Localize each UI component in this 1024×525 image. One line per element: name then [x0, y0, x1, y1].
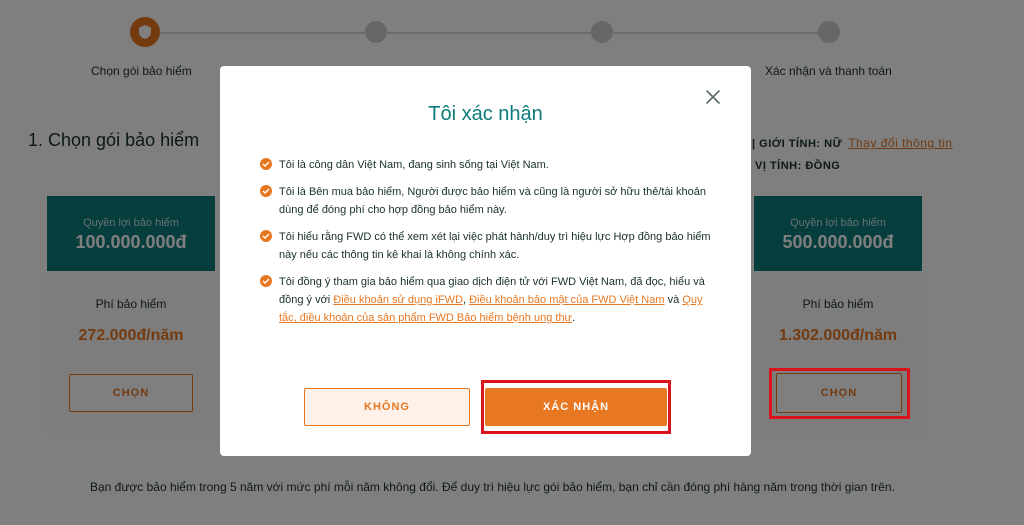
modal-title: Tôi xác nhận	[428, 103, 543, 125]
check-icon	[260, 158, 272, 170]
statement-text: Tôi hiểu rằng FWD có thể xem xét lại việ…	[279, 231, 711, 261]
statement-text: Tôi là Bên mua bảo hiểm, Người được bảo …	[279, 186, 707, 216]
confirmation-statements: Tôi là công dân Việt Nam, đang sinh sống…	[260, 156, 720, 336]
check-icon	[260, 185, 272, 197]
statement-citizenship: Tôi là công dân Việt Nam, đang sinh sống…	[260, 156, 720, 174]
confirm-button[interactable]: XÁC NHẬN	[485, 388, 667, 426]
statement-ownership: Tôi là Bên mua bảo hiểm, Người được bảo …	[260, 183, 720, 219]
statement-end: .	[571, 312, 575, 324]
statement-text: Tôi là công dân Việt Nam, đang sinh sống…	[279, 159, 549, 171]
close-icon[interactable]	[704, 88, 722, 106]
confirmation-modal: Tôi xác nhận Tôi là công dân Việt Nam, đ…	[220, 66, 751, 456]
separator-text: và	[664, 294, 683, 306]
no-button[interactable]: KHÔNG	[304, 388, 470, 426]
highlight-box-choose-button	[769, 368, 910, 419]
terms-of-use-link[interactable]: Điều khoản sử dụng iFWD	[333, 294, 463, 306]
statement-agreement: Tôi đồng ý tham gia bảo hiểm qua giao dị…	[260, 273, 720, 327]
check-icon	[260, 230, 272, 242]
privacy-terms-link[interactable]: Điều khoản bảo mật của FWD Việt Nam	[469, 294, 664, 306]
statement-review: Tôi hiểu rằng FWD có thể xem xét lại việ…	[260, 228, 720, 264]
check-icon	[260, 275, 272, 287]
